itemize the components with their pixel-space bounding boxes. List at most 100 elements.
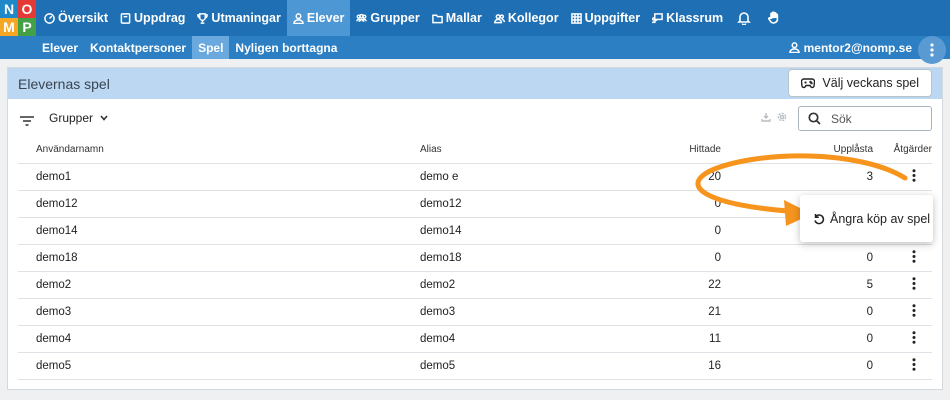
more-vertical-icon [912,303,916,317]
cell-found: 16 [646,352,721,380]
raise-hand-button[interactable] [759,0,789,36]
more-vertical-icon [912,330,916,344]
cell-unlocked: 0 [721,325,873,353]
tab-kontaktpersoner[interactable]: Kontaktpersoner [84,36,192,59]
row-actions-button[interactable] [908,276,920,290]
cell-actions [873,298,932,326]
cell-unlocked: 0 [721,244,873,272]
nav-item-label: Uppgifter [584,11,641,25]
row-actions-button[interactable] [908,249,920,263]
main-nav: Översikt Uppdrag Utmaningar Elever Grupp… [38,0,789,36]
nav-item-label: Klassrum [666,11,724,25]
cell-actions [873,352,932,380]
nav-item-uppdrag[interactable]: Uppdrag [114,0,191,36]
nav-item-elever[interactable]: Elever [286,0,351,36]
table-row: demo12 demo12 0 [18,190,932,218]
user-account[interactable]: mentor2@nomp.se [788,36,912,59]
user-email: mentor2@nomp.se [803,40,912,55]
tab-elever[interactable]: Elever [36,36,84,59]
cell-found: 0 [646,244,721,272]
nav-item-klassrum[interactable]: Klassrum [646,0,729,36]
notifications-button[interactable] [729,0,759,36]
logo-letter: N [0,0,18,18]
table-tools [761,112,787,122]
row-actions-button[interactable] [908,303,920,317]
table-header-row: Användarnamn Alias Hittade Upplåsta Åtgä… [18,137,932,164]
nav-item-mallar[interactable]: Mallar [426,0,488,36]
search-input[interactable] [831,111,916,126]
column-header-found[interactable]: Hittade [646,137,721,164]
top-navbar: N O M P Översikt Uppdrag Utmaningar Elev… [0,0,950,36]
cell-alias: demo14 [420,217,646,245]
column-header-unlocked[interactable]: Upplåsta [721,137,873,164]
trophy-icon [197,12,209,24]
cell-username: demo5 [18,352,420,380]
search-box[interactable] [798,106,932,131]
nav-item-oversikt[interactable]: Översikt [38,0,114,36]
search-icon [808,112,821,125]
cell-username: demo3 [18,298,420,326]
cell-found: 21 [646,298,721,326]
group-icon [356,13,368,22]
nav-item-utmaningar[interactable]: Utmaningar [191,0,286,36]
nav-item-label: Uppdrag [134,11,186,25]
undo-purchase-menu-item[interactable]: Ångra köp av spel [800,195,933,242]
table-row: demo14 demo14 0 [18,217,932,245]
nomp-logo[interactable]: N O M P [0,0,36,36]
column-header-alias[interactable]: Alias [420,137,646,164]
presentation-icon [652,12,663,23]
cell-username: demo4 [18,325,420,353]
nav-item-label: Kollegor [507,11,559,25]
table-row: demo4 demo4 11 0 [18,325,932,353]
cell-actions [873,244,932,272]
table-toolbar: Grupper [8,104,942,132]
row-actions-button[interactable] [908,357,920,371]
cell-found: 22 [646,271,721,299]
nav-item-label: Mallar [445,11,482,25]
person-icon [293,12,304,24]
more-vertical-icon [912,357,916,371]
bell-icon [737,12,752,25]
tab-nyligen-borttagna[interactable]: Nyligen borttagna [229,36,343,59]
table-row: demo3 demo3 21 0 [18,298,932,326]
nav-item-uppgifter[interactable]: Uppgifter [565,0,647,36]
people-icon [493,13,505,23]
nav-item-label: Översikt [58,11,109,25]
logo-letter: P [18,18,36,36]
filter-button[interactable] [20,113,34,126]
panel-title: Elevernas spel [18,75,110,92]
column-header-actions: Åtgärder [873,137,932,164]
menu-item-label: Ångra köp av spel [830,211,931,226]
weekly-button-label: Välj veckans spel [822,76,919,90]
cell-actions [873,271,932,299]
cell-actions [873,325,932,353]
column-header-username[interactable]: Användarnamn [18,137,420,164]
cell-alias: demo12 [420,190,646,218]
nav-item-grupper[interactable]: Grupper [350,0,425,36]
games-table: Användarnamn Alias Hittade Upplåsta Åtgä… [18,137,932,380]
more-vertical-icon [912,276,916,290]
chevron-down-icon [100,115,108,121]
cell-username: demo12 [18,190,420,218]
choose-weekly-game-button[interactable]: Välj veckans spel [788,69,932,97]
cell-username: demo18 [18,244,420,272]
book-icon [120,12,131,24]
more-options-button[interactable] [918,36,946,64]
row-actions-button[interactable] [908,330,920,344]
cell-unlocked: 0 [721,352,873,380]
cell-unlocked: 0 [721,298,873,326]
filter-icon [20,116,34,126]
cell-alias: demo3 [420,298,646,326]
gear-icon[interactable] [777,112,787,122]
row-actions-button[interactable] [908,168,920,182]
cell-alias: demo2 [420,271,646,299]
nav-item-label: Utmaningar [211,11,281,25]
table-row: demo2 demo2 22 5 [18,271,932,299]
cell-found: 11 [646,325,721,353]
nav-item-kollegor[interactable]: Kollegor [488,0,565,36]
download-icon[interactable] [761,112,771,122]
more-vertical-icon [930,43,934,57]
tab-spel[interactable]: Spel [192,36,230,59]
grid-icon [570,12,582,24]
groups-dropdown[interactable]: Grupper [49,111,108,125]
